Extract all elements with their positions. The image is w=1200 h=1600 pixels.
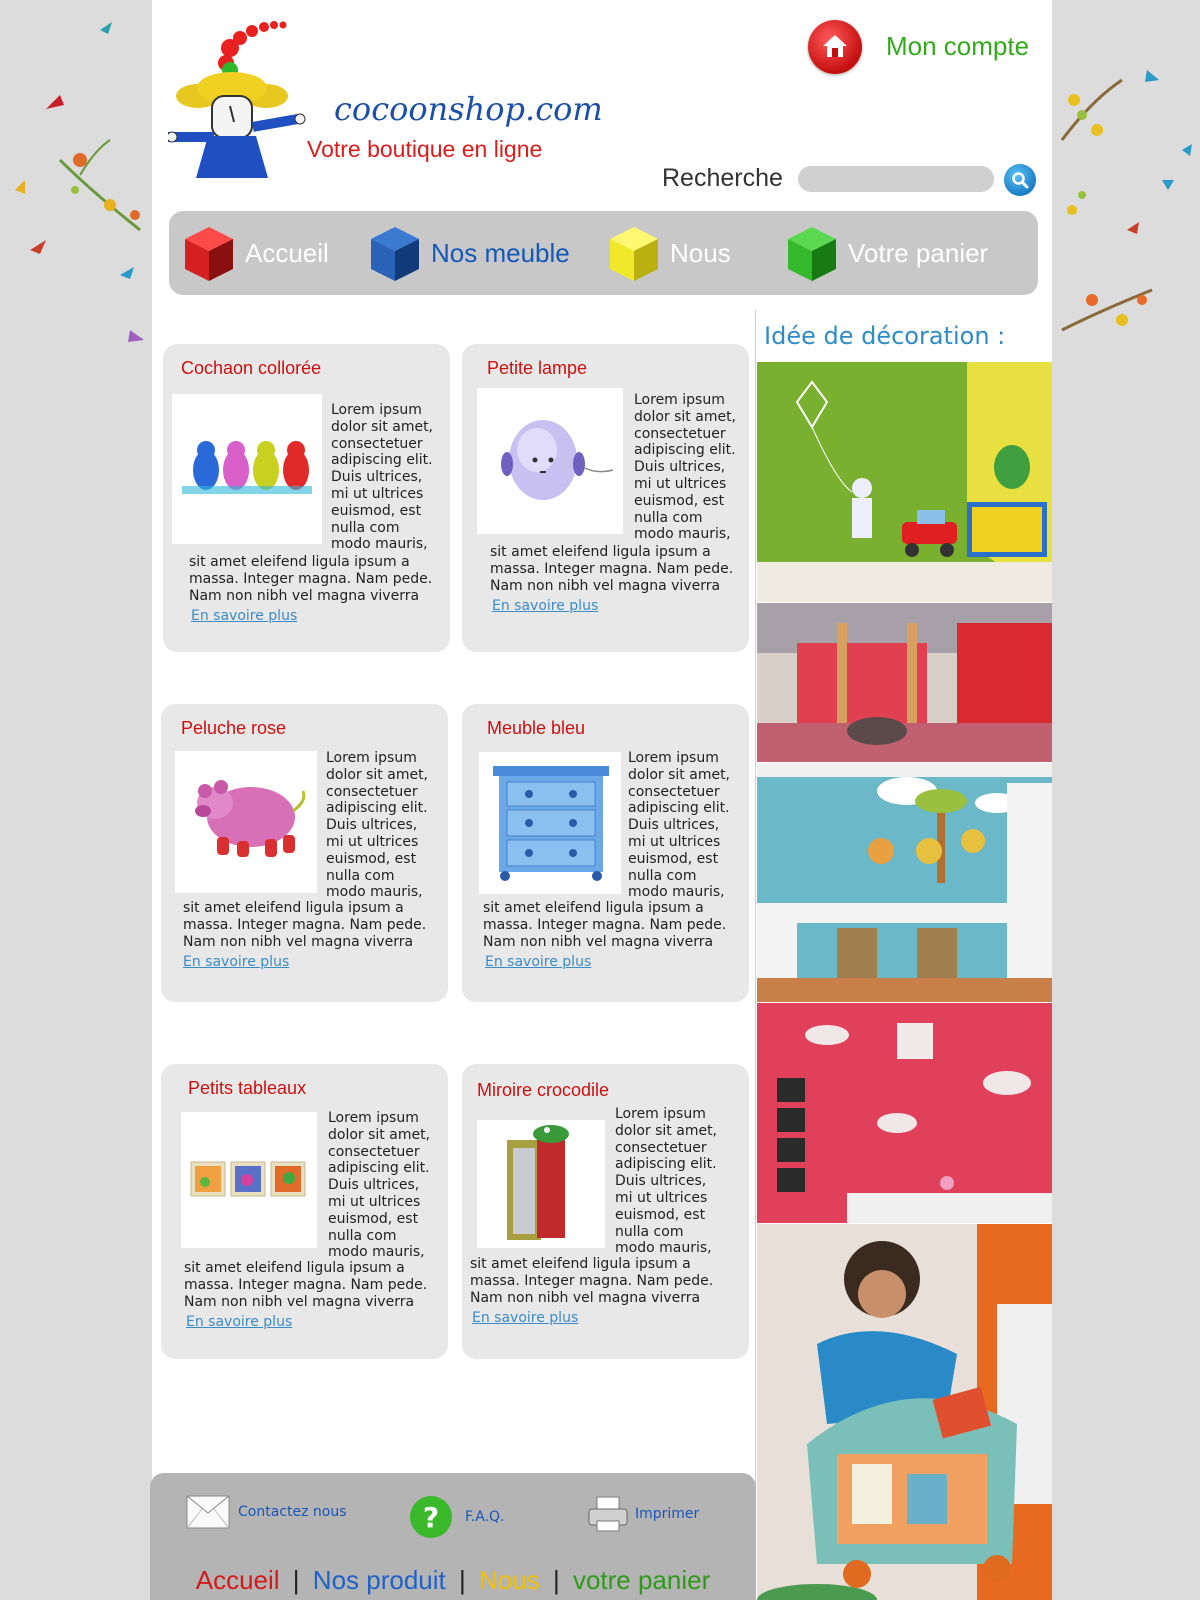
product-title[interactable]: Cochaon collorée — [181, 358, 321, 379]
product-description: Lorem ipsum dolor sit amet, consectetuer… — [615, 1106, 718, 1257]
product-image[interactable] — [175, 751, 317, 893]
nav-label: Votre panier — [848, 237, 989, 268]
svg-text:?: ? — [423, 1501, 439, 1534]
read-more-link[interactable]: En savoire plus — [191, 608, 297, 624]
footer-link-accueil[interactable]: Accueil — [196, 1565, 280, 1595]
product-description-continued: sit amet eleifend ligula ipsum a massa. … — [183, 900, 427, 950]
footer-link-nos-produit[interactable]: Nos produit — [313, 1565, 446, 1595]
column-divider — [755, 310, 756, 1600]
nav-label: Nous — [670, 237, 731, 268]
page-container: cocoonshop.com Votre boutique en ligne M… — [150, 0, 1052, 1600]
decoration-image[interactable] — [757, 362, 1052, 602]
product-title[interactable]: Petits tableaux — [188, 1078, 306, 1099]
product-image[interactable] — [477, 1120, 605, 1248]
product-description: Lorem ipsum dolor sit amet, consectetuer… — [328, 1110, 431, 1261]
product-card: Miroire crocodile Lorem ipsum dolor sit … — [462, 1064, 749, 1359]
product-card: Petite lampe Lorem ipsum dolor sit amet,… — [462, 344, 749, 652]
product-description-continued: sit amet eleifend ligula ipsum a massa. … — [470, 1256, 714, 1306]
envelope-icon — [186, 1495, 230, 1529]
footer: Contactez nous ? F.A.Q. Imprimer Accueil… — [150, 1473, 756, 1600]
footer-separator: | — [552, 1565, 560, 1595]
sidebar-title: Idée de décoration : — [764, 322, 1006, 350]
tagline: Votre boutique en ligne — [307, 136, 543, 162]
search-label: Recherche — [662, 164, 783, 192]
footer-separator: | — [292, 1565, 300, 1595]
product-image[interactable] — [181, 1112, 317, 1248]
read-more-link[interactable]: En savoire plus — [472, 1310, 578, 1326]
product-image[interactable] — [477, 388, 623, 534]
read-more-link[interactable]: En savoire plus — [492, 598, 598, 614]
blue-cube-icon — [371, 227, 419, 281]
logo-mascot[interactable] — [168, 18, 318, 188]
brand-name: cocoonshop.com — [334, 90, 603, 128]
printer-icon — [588, 1496, 628, 1532]
nav-label: Nos meuble — [431, 237, 570, 268]
decoration-image[interactable] — [757, 1003, 1052, 1223]
nav-label: Accueil — [245, 237, 329, 268]
footer-nav: Accueil | Nos produit | Nous | votre pan… — [150, 1565, 756, 1596]
floral-decoration-right — [1060, 70, 1192, 332]
product-description-continued: sit amet eleifend ligula ipsum a massa. … — [184, 1260, 428, 1310]
yellow-cube-icon — [610, 227, 658, 281]
nav-item-nous[interactable]: Nous — [606, 211, 731, 295]
question-mark-icon: ? — [410, 1496, 452, 1538]
product-card: Cochaon collorée Lorem ipsum dolor sit a… — [163, 344, 450, 652]
nav-item-votre-panier[interactable]: Votre panier — [784, 211, 988, 295]
floral-decoration-left — [15, 22, 144, 342]
read-more-link[interactable]: En savoire plus — [186, 1314, 292, 1330]
product-description: Lorem ipsum dolor sit amet, consectetuer… — [331, 402, 434, 553]
product-title[interactable]: Meuble bleu — [487, 718, 585, 739]
main-nav: Accueil Nos meuble Nous Votre panier — [169, 211, 1038, 295]
product-title[interactable]: Petite lampe — [487, 358, 587, 379]
product-description: Lorem ipsum dolor sit amet, consectetuer… — [634, 392, 737, 543]
product-card: Peluche rose Lorem ipsum dolor sit amet,… — [161, 704, 448, 1002]
product-description: Lorem ipsum dolor sit amet, consectetuer… — [326, 750, 429, 901]
product-description-continued: sit amet eleifend ligula ipsum a massa. … — [483, 900, 727, 950]
account-link[interactable]: Mon compte — [886, 31, 1029, 62]
product-title[interactable]: Peluche rose — [181, 718, 286, 739]
read-more-link[interactable]: En savoire plus — [485, 954, 591, 970]
faq-link[interactable]: ? F.A.Q. — [409, 1495, 505, 1539]
nav-item-nos-meuble[interactable]: Nos meuble — [367, 211, 570, 295]
decoration-image[interactable] — [757, 603, 1052, 762]
product-title[interactable]: Miroire crocodile — [477, 1080, 609, 1101]
search-input[interactable] — [798, 166, 994, 192]
footer-link-votre-panier[interactable]: votre panier — [573, 1565, 710, 1595]
footer-link-nous[interactable]: Nous — [479, 1565, 540, 1595]
product-description-continued: sit amet eleifend ligula ipsum a massa. … — [490, 544, 734, 594]
nav-item-accueil[interactable]: Accueil — [181, 211, 329, 295]
print-label: Imprimer — [635, 1506, 700, 1522]
faq-label: F.A.Q. — [465, 1509, 505, 1525]
footer-separator: | — [459, 1565, 466, 1595]
contact-link[interactable]: Contactez nous — [186, 1495, 347, 1529]
product-image[interactable] — [479, 752, 621, 894]
decoration-image[interactable] — [757, 763, 1052, 1002]
red-cube-icon — [185, 227, 233, 281]
product-image[interactable] — [172, 394, 322, 544]
home-icon[interactable] — [808, 20, 862, 74]
product-description-continued: sit amet eleifend ligula ipsum a massa. … — [189, 554, 433, 604]
product-card: Meuble bleu Lorem ipsum dolor sit amet, … — [462, 704, 749, 1002]
read-more-link[interactable]: En savoire plus — [183, 954, 289, 970]
product-description: Lorem ipsum dolor sit amet, consectetuer… — [628, 750, 731, 901]
green-cube-icon — [788, 227, 836, 281]
print-link[interactable]: Imprimer — [587, 1495, 699, 1533]
decoration-image[interactable] — [757, 1224, 1052, 1600]
product-card: Petits tableaux Lorem ipsum dolor sit am… — [161, 1064, 448, 1359]
contact-label: Contactez nous — [238, 1504, 347, 1520]
search-icon[interactable] — [1004, 164, 1036, 196]
